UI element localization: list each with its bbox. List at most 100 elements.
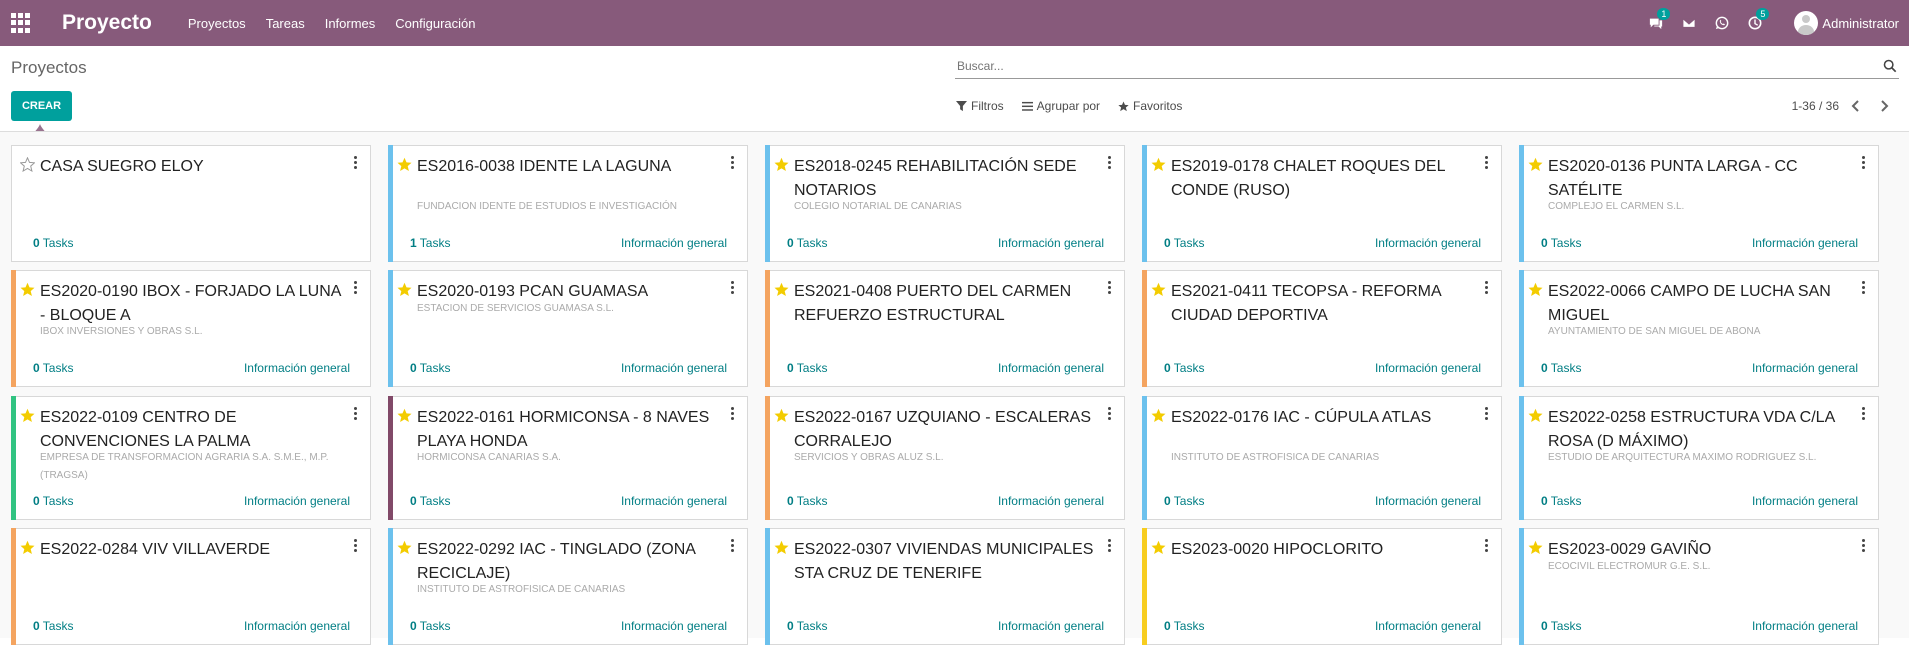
star-filled-icon[interactable] (397, 540, 412, 555)
menu-configuracion[interactable]: Configuración (395, 16, 475, 31)
general-info-link[interactable]: Información general (1752, 236, 1858, 250)
project-card[interactable]: ES2016-0038 IDENTE LA LAGUNA FUNDACION ID… (388, 145, 748, 262)
card-menu-icon[interactable] (352, 407, 358, 421)
tasks-link[interactable]: 0 Tasks (1541, 361, 1581, 375)
project-card[interactable]: ES2020-0136 PUNTA LARGA - CC SATÉLITE COM… (1519, 145, 1879, 262)
messages-icon[interactable]: 1 (1647, 8, 1671, 32)
star-filled-icon[interactable] (397, 282, 412, 297)
card-menu-icon[interactable] (1483, 539, 1489, 553)
tasks-link[interactable]: 0 Tasks (787, 494, 827, 508)
tasks-link[interactable]: 0 Tasks (1541, 494, 1581, 508)
project-card[interactable]: ES2022-0258 ESTRUCTURA VDA C/LA ROSA (D … (1519, 396, 1879, 520)
star-filled-icon[interactable] (397, 157, 412, 172)
card-menu-icon[interactable] (1860, 156, 1866, 170)
card-menu-icon[interactable] (729, 281, 735, 295)
star-filled-icon[interactable] (397, 408, 412, 423)
star-filled-icon[interactable] (1528, 408, 1543, 423)
tasks-link[interactable]: 0 Tasks (1541, 619, 1581, 633)
project-card[interactable]: ES2020-0190 IBOX - FORJADO LA LUNA - BLO… (11, 270, 371, 387)
tasks-link[interactable]: 0 Tasks (1164, 494, 1204, 508)
general-info-link[interactable]: Información general (1375, 361, 1481, 375)
project-card[interactable]: ES2022-0176 IAC - CÚPULA ATLAS INSTITUTO … (1142, 396, 1502, 520)
card-menu-icon[interactable] (352, 539, 358, 553)
general-info-link[interactable]: Información general (1752, 619, 1858, 633)
filters-button[interactable]: Filtros (956, 99, 1004, 113)
tasks-link[interactable]: 0 Tasks (1164, 619, 1204, 633)
card-menu-icon[interactable] (729, 539, 735, 553)
card-menu-icon[interactable] (1860, 539, 1866, 553)
tasks-link[interactable]: 0 Tasks (1541, 236, 1581, 250)
whatsapp-icon[interactable] (1713, 14, 1731, 32)
tasks-link[interactable]: 0 Tasks (787, 236, 827, 250)
star-filled-icon[interactable] (20, 408, 35, 423)
general-info-link[interactable]: Información general (1375, 494, 1481, 508)
general-info-link[interactable]: Información general (1375, 619, 1481, 633)
card-menu-icon[interactable] (1860, 281, 1866, 295)
card-menu-icon[interactable] (1106, 156, 1112, 170)
mail-icon[interactable] (1680, 14, 1698, 32)
general-info-link[interactable]: Información general (998, 619, 1104, 633)
search-input[interactable] (955, 56, 1859, 76)
tasks-link[interactable]: 0 Tasks (1164, 361, 1204, 375)
tasks-link[interactable]: 0 Tasks (410, 494, 450, 508)
project-card[interactable]: ES2019-0178 CHALET ROQUES DEL CONDE (RUS… (1142, 145, 1502, 262)
search-icon[interactable] (1883, 59, 1897, 73)
card-menu-icon[interactable] (1483, 156, 1489, 170)
card-menu-icon[interactable] (1483, 407, 1489, 421)
general-info-link[interactable]: Información general (244, 494, 350, 508)
card-menu-icon[interactable] (729, 407, 735, 421)
pager-previous-button[interactable] (1848, 98, 1864, 114)
star-filled-icon[interactable] (1151, 408, 1166, 423)
general-info-link[interactable]: Información general (244, 619, 350, 633)
project-card[interactable]: ES2022-0066 CAMPO DE LUCHA SAN MIGUEL AYU… (1519, 270, 1879, 387)
tasks-link[interactable]: 0 Tasks (1164, 236, 1204, 250)
star-filled-icon[interactable] (774, 408, 789, 423)
general-info-link[interactable]: Información general (621, 494, 727, 508)
tasks-link[interactable]: 0 Tasks (33, 619, 73, 633)
project-card[interactable]: ES2018-0245 REHABILITACIÓN SEDE NOTARIOS… (765, 145, 1125, 262)
star-filled-icon[interactable] (20, 540, 35, 555)
card-menu-icon[interactable] (729, 156, 735, 170)
project-card[interactable]: ES2023-0020 HIPOCLORITO 0 Tasks Informació… (1142, 528, 1502, 645)
create-button[interactable]: CREAR (11, 91, 72, 121)
tasks-link[interactable]: 0 Tasks (33, 494, 73, 508)
card-menu-icon[interactable] (1483, 281, 1489, 295)
menu-tareas[interactable]: Tareas (266, 16, 305, 31)
user-menu[interactable]: Administrator (1794, 11, 1899, 35)
pager-value[interactable]: 1-36 / 36 (1792, 99, 1839, 113)
card-menu-icon[interactable] (352, 156, 358, 170)
menu-proyectos[interactable]: Proyectos (188, 16, 246, 31)
star-empty-icon[interactable] (20, 157, 35, 172)
project-card[interactable]: ES2021-0411 TECOPSA - REFORMA CIUDAD DEP… (1142, 270, 1502, 387)
project-card[interactable]: CASA SUEGRO ELOY 0 Tasks (11, 145, 371, 262)
tasks-link[interactable]: 0 Tasks (787, 619, 827, 633)
project-card[interactable]: ES2022-0284 VIV VILLAVERDE 0 Tasks Informa… (11, 528, 371, 645)
favorites-button[interactable]: Favoritos (1118, 99, 1182, 113)
project-card[interactable]: ES2021-0408 PUERTO DEL CARMEN REFUERZO E… (765, 270, 1125, 387)
card-menu-icon[interactable] (1106, 539, 1112, 553)
star-filled-icon[interactable] (774, 157, 789, 172)
general-info-link[interactable]: Información general (998, 494, 1104, 508)
general-info-link[interactable]: Información general (1752, 361, 1858, 375)
tasks-link[interactable]: 0 Tasks (410, 361, 450, 375)
tasks-link[interactable]: 1 Tasks (410, 236, 450, 250)
tasks-link[interactable]: 0 Tasks (33, 236, 73, 250)
star-filled-icon[interactable] (1528, 157, 1543, 172)
star-filled-icon[interactable] (1151, 282, 1166, 297)
tasks-link[interactable]: 0 Tasks (33, 361, 73, 375)
card-menu-icon[interactable] (1106, 407, 1112, 421)
project-card[interactable]: ES2020-0193 PCAN GUAMASA ESTACION DE SERV… (388, 270, 748, 387)
card-menu-icon[interactable] (1860, 407, 1866, 421)
star-filled-icon[interactable] (1151, 157, 1166, 172)
star-filled-icon[interactable] (1151, 540, 1166, 555)
pager-next-button[interactable] (1876, 98, 1892, 114)
tasks-link[interactable]: 0 Tasks (787, 361, 827, 375)
star-filled-icon[interactable] (774, 282, 789, 297)
project-card[interactable]: ES2022-0161 HORMICONSA - 8 NAVES PLAYA H… (388, 396, 748, 520)
activities-clock-icon[interactable]: 5 (1746, 8, 1770, 32)
star-filled-icon[interactable] (1528, 540, 1543, 555)
tasks-link[interactable]: 0 Tasks (410, 619, 450, 633)
general-info-link[interactable]: Información general (998, 236, 1104, 250)
card-menu-icon[interactable] (1106, 281, 1112, 295)
project-card[interactable]: ES2022-0292 IAC - TINGLADO (ZONA RECICLA… (388, 528, 748, 645)
